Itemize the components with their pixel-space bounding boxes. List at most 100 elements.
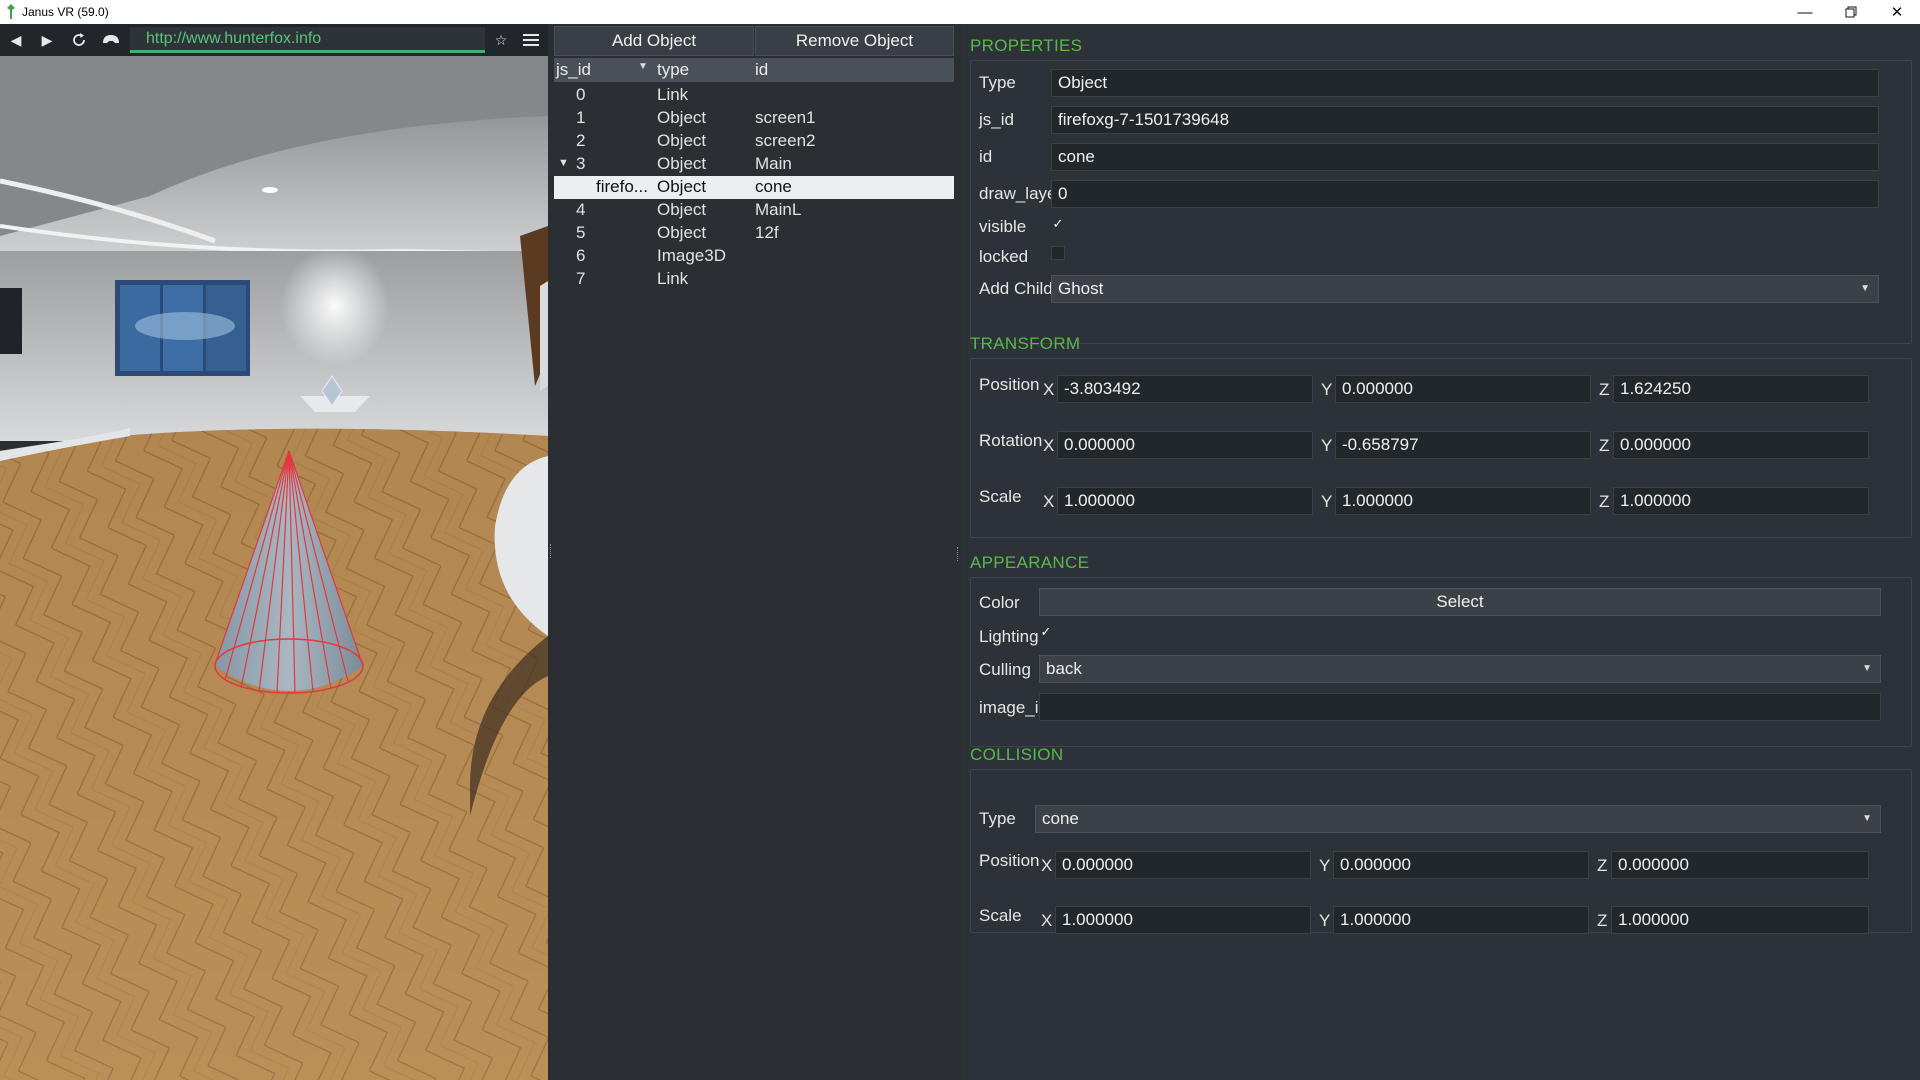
add-child-dropdown[interactable]: Ghost ▼: [1051, 275, 1879, 303]
add-object-button[interactable]: Add Object: [554, 26, 754, 56]
row-type: Object: [657, 131, 707, 150]
collision-scale-y-field[interactable]: 1.000000: [1333, 906, 1589, 934]
position-x-field[interactable]: -3.803492: [1057, 375, 1313, 403]
collision-group: Type cone ▼ Position X 0.000000 Y 0.0000…: [970, 769, 1912, 934]
section-title-properties: PROPERTIES: [970, 36, 1083, 55]
janus-logo-icon: [7, 4, 15, 19]
star-icon[interactable]: ☆: [488, 28, 514, 52]
headset-icon[interactable]: [98, 28, 124, 52]
row-js-id: 7: [576, 269, 586, 288]
appearance-group: Color Select Lighting ✓ Culling back ▼ i…: [970, 577, 1912, 747]
hamburger-menu-icon[interactable]: [518, 28, 544, 52]
3d-viewport[interactable]: [0, 56, 548, 1080]
locked-checkbox[interactable]: [1051, 246, 1065, 260]
row-js-id: 5: [576, 223, 586, 242]
column-header-id[interactable]: id: [755, 60, 768, 80]
row-id: screen2: [755, 131, 816, 150]
object-row[interactable]: 5 Object 12f: [554, 222, 954, 245]
restore-icon[interactable]: [1828, 0, 1874, 24]
title-bar: Janus VR (59.0) — ✕: [0, 0, 1920, 24]
object-row[interactable]: 7 Link: [554, 268, 954, 291]
axis-y-label: Y: [1319, 911, 1331, 930]
row-id: 12f: [755, 223, 779, 242]
scale-z-field[interactable]: 1.000000: [1613, 487, 1869, 515]
section-title-transform: TRANSFORM: [970, 334, 1081, 353]
culling-dropdown[interactable]: back ▼: [1039, 655, 1881, 683]
js-id-field[interactable]: firefoxg-7-1501739648: [1051, 106, 1879, 134]
lighting-checkbox[interactable]: ✓: [1039, 625, 1053, 639]
reload-icon[interactable]: [66, 28, 92, 52]
forward-arrow-icon[interactable]: ▶: [34, 28, 60, 52]
image-id-field[interactable]: [1039, 693, 1881, 721]
object-row[interactable]: 6 Image3D: [554, 245, 954, 268]
collision-scale-x-field[interactable]: 1.000000: [1055, 906, 1311, 934]
object-row[interactable]: ▼ 3 Object Main: [554, 153, 954, 176]
add-child-label: Add Child: [979, 279, 1053, 298]
rotation-x-field[interactable]: 0.000000: [1057, 431, 1313, 459]
row-type: Link: [657, 85, 689, 104]
axis-z-label: Z: [1599, 492, 1610, 511]
draw-layer-label: draw_layer: [979, 184, 1063, 203]
collision-position-x-field[interactable]: 0.000000: [1055, 851, 1311, 879]
position-y-field[interactable]: 0.000000: [1335, 375, 1591, 403]
lighting-label: Lighting: [979, 627, 1039, 646]
collision-scale-z-field[interactable]: 1.000000: [1611, 906, 1869, 934]
object-row[interactable]: 4 Object MainL: [554, 199, 954, 222]
collision-position-y-field[interactable]: 0.000000: [1333, 851, 1589, 879]
collision-type-value: cone: [1042, 809, 1079, 828]
expand-caret-icon[interactable]: ▼: [558, 157, 569, 169]
type-field[interactable]: Object: [1051, 69, 1879, 97]
axis-z-label: Z: [1597, 856, 1608, 875]
column-header-type[interactable]: type: [657, 60, 689, 80]
position-label: Position: [979, 375, 1040, 394]
object-row[interactable]: 1 Object screen1: [554, 107, 954, 130]
transform-group: Position X -3.803492 Y 0.000000 Z 1.6242…: [970, 358, 1912, 538]
row-js-id: 0: [576, 85, 586, 104]
collision-position-label: Position: [979, 851, 1040, 870]
collision-type-dropdown[interactable]: cone ▼: [1035, 805, 1881, 833]
row-js-id: 2: [576, 131, 586, 150]
minimize-icon[interactable]: —: [1782, 0, 1828, 24]
axis-y-label: Y: [1319, 856, 1331, 875]
row-type: Object: [657, 200, 707, 219]
rotation-y-field[interactable]: -0.658797: [1335, 431, 1591, 459]
position-z-field[interactable]: 1.624250: [1613, 375, 1869, 403]
splitter-grip[interactable]: [957, 547, 959, 561]
visible-checkbox[interactable]: ✓: [1051, 217, 1065, 231]
draw-layer-field[interactable]: 0: [1051, 180, 1879, 208]
row-id: Main: [755, 154, 792, 173]
object-row[interactable]: 2 Object screen2: [554, 130, 954, 153]
column-header-js-id[interactable]: js_id: [556, 60, 591, 80]
id-field[interactable]: cone: [1051, 143, 1879, 171]
scene-render[interactable]: [0, 56, 548, 1080]
scale-x-field[interactable]: 1.000000: [1057, 487, 1313, 515]
object-row[interactable]: 0 Link: [554, 84, 954, 107]
url-bar[interactable]: http://www.hunterfox.info: [130, 27, 485, 53]
axis-x-label: X: [1043, 492, 1055, 511]
image-id-label: image_id: [979, 698, 1048, 717]
row-js-id: 1: [576, 108, 586, 127]
add-child-value: Ghost: [1058, 279, 1104, 298]
scale-y-field[interactable]: 1.000000: [1335, 487, 1591, 515]
remove-object-button[interactable]: Remove Object: [755, 26, 954, 56]
row-js-id: firefo...: [596, 177, 648, 196]
type-label: Type: [979, 73, 1016, 92]
axis-z-label: Z: [1597, 911, 1608, 930]
url-text: http://www.hunterfox.info: [146, 30, 322, 47]
sort-descending-icon: ▼: [638, 61, 648, 72]
object-row-selected[interactable]: firefo... Object cone: [554, 176, 954, 199]
back-arrow-icon[interactable]: ◀: [3, 28, 29, 52]
collision-scale-label: Scale: [979, 906, 1022, 925]
splitter-grip[interactable]: [550, 544, 552, 558]
collision-position-z-field[interactable]: 0.000000: [1611, 851, 1869, 879]
row-type: Object: [657, 223, 707, 242]
rotation-z-field[interactable]: 0.000000: [1613, 431, 1869, 459]
color-select-button[interactable]: Select: [1039, 588, 1881, 616]
properties-group: Type Object js_id firefoxg-7-1501739648 …: [970, 60, 1912, 344]
object-list-header: js_id ▼ type id: [554, 58, 954, 82]
row-js-id: 6: [576, 246, 586, 265]
js-id-label: js_id: [979, 110, 1014, 129]
close-icon[interactable]: ✕: [1874, 0, 1920, 24]
chevron-down-icon: ▼: [1860, 283, 1870, 294]
row-js-id: 3: [576, 154, 586, 173]
